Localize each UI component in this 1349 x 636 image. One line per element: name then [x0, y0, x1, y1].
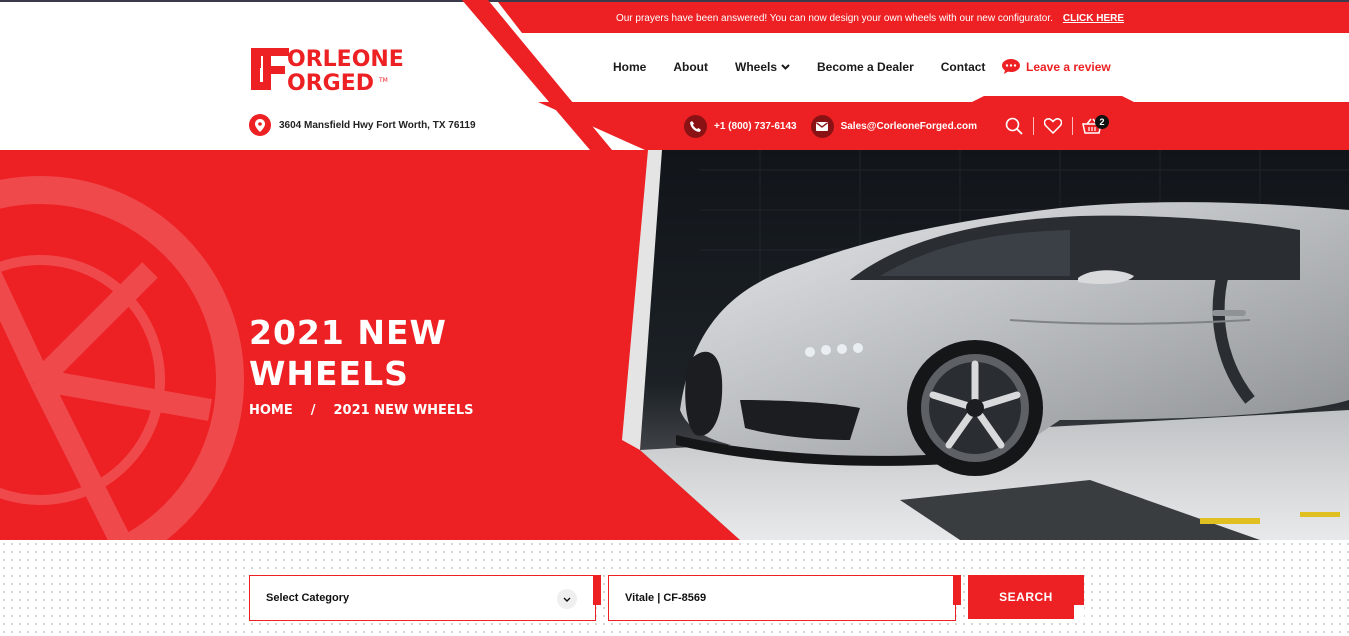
car-wheel [907, 340, 1043, 476]
location-pin-icon [249, 114, 271, 136]
header-tools: 2 [995, 115, 1111, 137]
logo-line1: ORLEONE [287, 47, 404, 72]
cart-count-badge: 2 [1095, 115, 1109, 129]
leave-review-label: Leave a review [1026, 59, 1111, 74]
leave-review-link[interactable]: Leave a review [1002, 59, 1111, 74]
breadcrumb-home-link[interactable]: HOME [249, 403, 293, 418]
search-button[interactable]: SEARCH [968, 575, 1084, 619]
heart-icon[interactable] [1034, 115, 1072, 137]
wheel-search-value: Vitale | CF-8569 [625, 592, 707, 604]
nav-wheels-label: Wheels [735, 60, 778, 74]
breadcrumb: HOME / 2021 NEW WHEELS [249, 403, 473, 418]
chevron-down-icon [557, 589, 577, 609]
breadcrumb-separator: / [310, 403, 316, 418]
category-select[interactable]: Select Category [249, 575, 601, 621]
nav-contact[interactable]: Contact [941, 60, 986, 74]
field-accent-tab [953, 575, 961, 605]
wheel-search-input[interactable]: Vitale | CF-8569 [608, 575, 961, 621]
button-notch [1074, 605, 1084, 619]
nav-wheels[interactable]: Wheels [735, 60, 790, 74]
phone-icon [684, 115, 707, 138]
announcement-text: Our prayers have been answered! You can … [615, 12, 1053, 24]
address-text: 3604 Mansfield Hwy Fort Worth, TX 76119 [279, 119, 476, 131]
announcement-cta-link[interactable]: CLICK HERE [1063, 13, 1124, 24]
nav-home[interactable]: Home [613, 60, 646, 74]
basket-icon[interactable]: 2 [1073, 115, 1111, 137]
logo-trademark: TM [378, 77, 388, 84]
logo-line2: ORGED [287, 71, 374, 94]
phone-number: +1 (800) 737-6143 [714, 121, 797, 132]
chevron-down-icon [781, 64, 790, 70]
nav-about[interactable]: About [673, 60, 708, 74]
hero-title: 2021 NEW WHEELS [249, 312, 447, 394]
email-address: Sales@CorleoneForged.com [840, 121, 978, 132]
breadcrumb-current: 2021 NEW WHEELS [333, 403, 474, 418]
envelope-icon [810, 115, 834, 138]
field-accent-tab [593, 575, 601, 605]
search-icon[interactable] [995, 115, 1033, 137]
category-select-value: Select Category [266, 592, 350, 604]
chat-bubble-icon [1002, 59, 1020, 74]
announcement-bar: Our prayers have been answered! You can … [520, 8, 1220, 28]
phone-link[interactable]: +1 (800) 737-6143 [684, 115, 797, 138]
page: Our prayers have been answered! You can … [0, 0, 1349, 636]
search-button-label: SEARCH [999, 590, 1053, 604]
address: 3604 Mansfield Hwy Fort Worth, TX 76119 [249, 114, 476, 136]
brand-logo[interactable]: ORLEONE ORGED TM [249, 42, 434, 94]
hero-illustration [0, 150, 1349, 540]
hero-title-line2: WHEELS [249, 354, 409, 393]
email-link[interactable]: Sales@CorleoneForged.com [810, 115, 978, 138]
nav-become-dealer[interactable]: Become a Dealer [817, 60, 914, 74]
hero-title-line1: 2021 NEW [249, 313, 447, 352]
hero-banner: 2021 NEW WHEELS HOME / 2021 NEW WHEELS [0, 150, 1349, 540]
contact-row: +1 (800) 737-6143 Sales@CorleoneForged.c… [684, 115, 977, 138]
main-nav: Home About Wheels Become a Dealer Contac… [613, 60, 1012, 74]
